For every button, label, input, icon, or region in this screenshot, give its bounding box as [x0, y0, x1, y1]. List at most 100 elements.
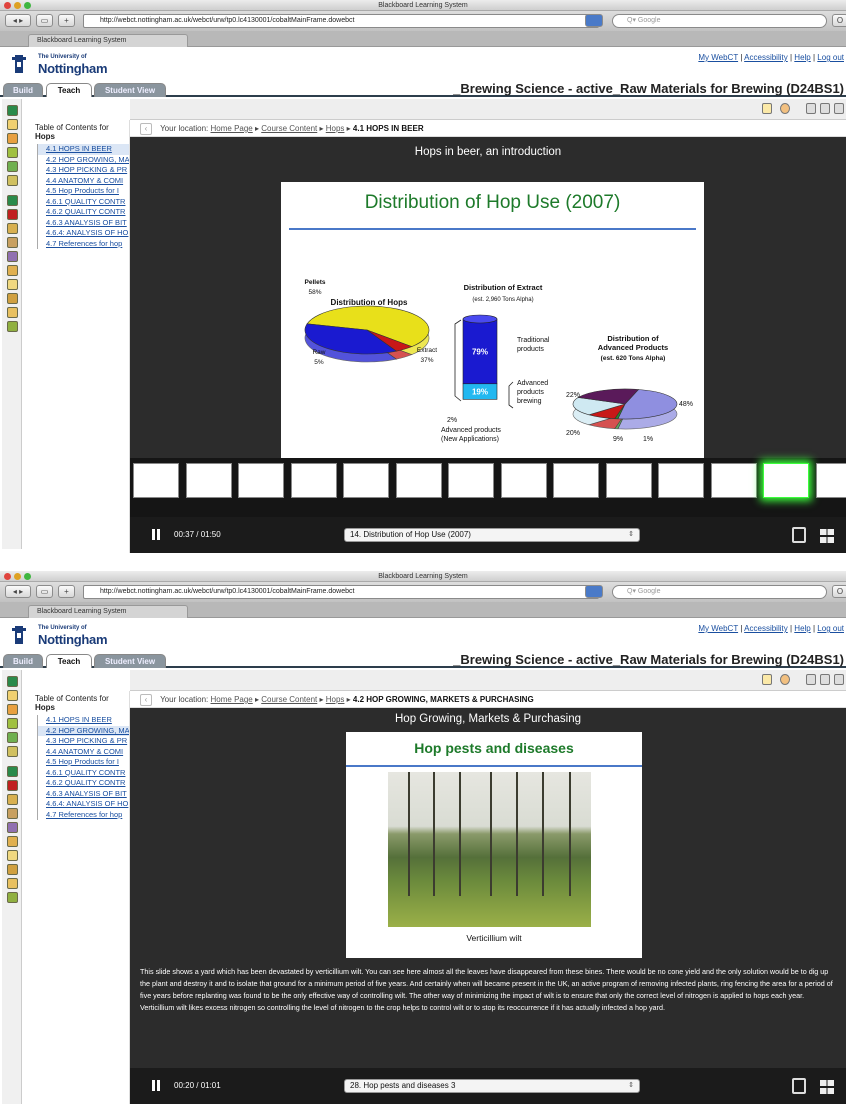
toc-item[interactable]: 4.2 HOP GROWING, MA: [37, 154, 129, 165]
breadcrumb-content[interactable]: Course Content: [261, 124, 317, 133]
chapter-select[interactable]: 14. Distribution of Hop Use (2007) ⇕: [344, 528, 640, 542]
toc-item[interactable]: 4.5 Hop Products for I: [37, 757, 129, 768]
notes-icon[interactable]: [762, 674, 772, 685]
print-icon[interactable]: [806, 103, 816, 114]
tab-build[interactable]: Build: [3, 83, 43, 97]
toc-item[interactable]: 4.4 ANATOMY & COMI: [37, 175, 129, 186]
pause-icon[interactable]: [152, 1080, 160, 1091]
slide-thumbnail[interactable]: [763, 463, 809, 498]
tool-icon[interactable]: [7, 321, 18, 332]
tool-icon[interactable]: [7, 223, 18, 234]
rss-icon[interactable]: [585, 14, 603, 27]
transcript-icon[interactable]: [792, 1078, 806, 1094]
help-link[interactable]: Help: [794, 624, 810, 633]
my-webct-link[interactable]: My WebCT: [698, 624, 738, 633]
slide-thumbnail[interactable]: [658, 463, 704, 498]
breadcrumb-content[interactable]: Course Content: [261, 695, 317, 704]
tab-teach[interactable]: Teach: [46, 83, 92, 97]
toc-item[interactable]: 4.6.2 QUALITY CONTR: [37, 778, 129, 789]
breadcrumb-hops[interactable]: Hops: [326, 695, 345, 704]
tool-icon[interactable]: [7, 133, 18, 144]
help-icon[interactable]: [834, 674, 844, 685]
back-button[interactable]: ‹: [140, 122, 152, 135]
tab-student-view[interactable]: Student View: [94, 83, 166, 97]
toc-item[interactable]: 4.2 HOP GROWING, MA: [37, 725, 129, 736]
pause-icon[interactable]: [152, 529, 160, 540]
page-icon[interactable]: ▭: [36, 585, 53, 598]
tool-icon[interactable]: [7, 293, 18, 304]
toc-item[interactable]: 4.1 HOPS IN BEER: [37, 715, 129, 726]
back-button[interactable]: ‹: [140, 693, 152, 706]
accessibility-link[interactable]: Accessibility: [744, 53, 788, 62]
page-icon[interactable]: ▭: [36, 14, 53, 27]
log-out-link[interactable]: Log out: [817, 624, 844, 633]
tool-icon[interactable]: [7, 780, 18, 791]
back-forward-buttons[interactable]: ◂ ▸: [5, 14, 31, 27]
slide-thumbnail[interactable]: [185, 463, 232, 498]
slide-thumbnail[interactable]: [553, 463, 599, 498]
tool-icon[interactable]: [7, 265, 18, 276]
tool-icon[interactable]: [7, 850, 18, 861]
slide-thumbnail[interactable]: [343, 463, 389, 498]
tool-icon[interactable]: [7, 676, 18, 687]
address-bar[interactable]: http://webct.nottingham.ac.uk/webct/urw/…: [83, 14, 599, 28]
breadcrumb-home[interactable]: Home Page: [211, 695, 253, 704]
tool-icon[interactable]: [7, 307, 18, 318]
grid-view-icon[interactable]: [820, 529, 834, 543]
notes-icon[interactable]: [762, 103, 772, 114]
slide-thumbnail[interactable]: [133, 463, 179, 498]
glossary-icon[interactable]: [780, 674, 790, 685]
search-input[interactable]: Q▾ Google: [612, 585, 827, 599]
toc-item[interactable]: 4.4 ANATOMY & COMI: [37, 746, 129, 757]
tool-icon[interactable]: [7, 147, 18, 158]
slide-thumbnail[interactable]: [815, 463, 846, 498]
slide-thumbnail[interactable]: [710, 463, 757, 498]
refresh-icon[interactable]: [820, 674, 830, 685]
log-out-link[interactable]: Log out: [817, 53, 844, 62]
slide-thumbnail[interactable]: [500, 463, 547, 498]
tool-icon[interactable]: [7, 836, 18, 847]
tool-icon[interactable]: [7, 251, 18, 262]
tool-icon[interactable]: [7, 209, 18, 220]
glossary-icon[interactable]: [780, 103, 790, 114]
toc-item[interactable]: 4.6.1 QUALITY CONTR: [37, 196, 129, 207]
toc-item[interactable]: 4.7 References for hop: [37, 809, 129, 820]
tool-icon[interactable]: [7, 878, 18, 889]
help-link[interactable]: Help: [794, 53, 810, 62]
tool-icon[interactable]: [7, 718, 18, 729]
toc-item[interactable]: 4.6.3 ANALYSIS OF BIT: [37, 788, 129, 799]
accessibility-link[interactable]: Accessibility: [744, 624, 788, 633]
slide-thumbnail[interactable]: [290, 463, 337, 498]
back-forward-buttons[interactable]: ◂ ▸: [5, 585, 31, 598]
tool-icon[interactable]: [7, 794, 18, 805]
help-icon[interactable]: [834, 103, 844, 114]
tool-icon[interactable]: [7, 892, 18, 903]
breadcrumb-home[interactable]: Home Page: [211, 124, 253, 133]
slide-thumbnail[interactable]: [448, 463, 494, 498]
tool-icon[interactable]: [7, 864, 18, 875]
tool-icon[interactable]: [7, 237, 18, 248]
chapter-select[interactable]: 28. Hop pests and diseases 3 ⇕: [344, 1079, 640, 1093]
slide-thumbnail[interactable]: [238, 463, 284, 498]
tab-build[interactable]: Build: [3, 654, 43, 668]
browser-tab[interactable]: Blackboard Learning System: [28, 605, 188, 618]
tool-icon[interactable]: [7, 279, 18, 290]
tool-icon[interactable]: [7, 105, 18, 116]
slide-thumbnail[interactable]: [605, 463, 652, 498]
transcript-icon[interactable]: [792, 527, 806, 543]
tool-icon[interactable]: [7, 766, 18, 777]
toc-item[interactable]: 4.1 HOPS IN BEER: [37, 144, 129, 155]
rss-icon[interactable]: [585, 585, 603, 598]
toc-item[interactable]: 4.6.4: ANALYSIS OF HO: [37, 228, 129, 239]
tool-icon[interactable]: [7, 704, 18, 715]
tool-icon[interactable]: [7, 161, 18, 172]
browser-tab[interactable]: Blackboard Learning System: [28, 34, 188, 47]
search-input[interactable]: Q▾ Google: [612, 14, 827, 28]
tool-icon[interactable]: [7, 808, 18, 819]
slide-thumbnail[interactable]: [395, 463, 442, 498]
toc-item[interactable]: 4.3 HOP PICKING & PR: [37, 736, 129, 747]
tab-teach[interactable]: Teach: [46, 654, 92, 668]
breadcrumb-hops[interactable]: Hops: [326, 124, 345, 133]
tool-icon[interactable]: [7, 822, 18, 833]
refresh-icon[interactable]: [820, 103, 830, 114]
